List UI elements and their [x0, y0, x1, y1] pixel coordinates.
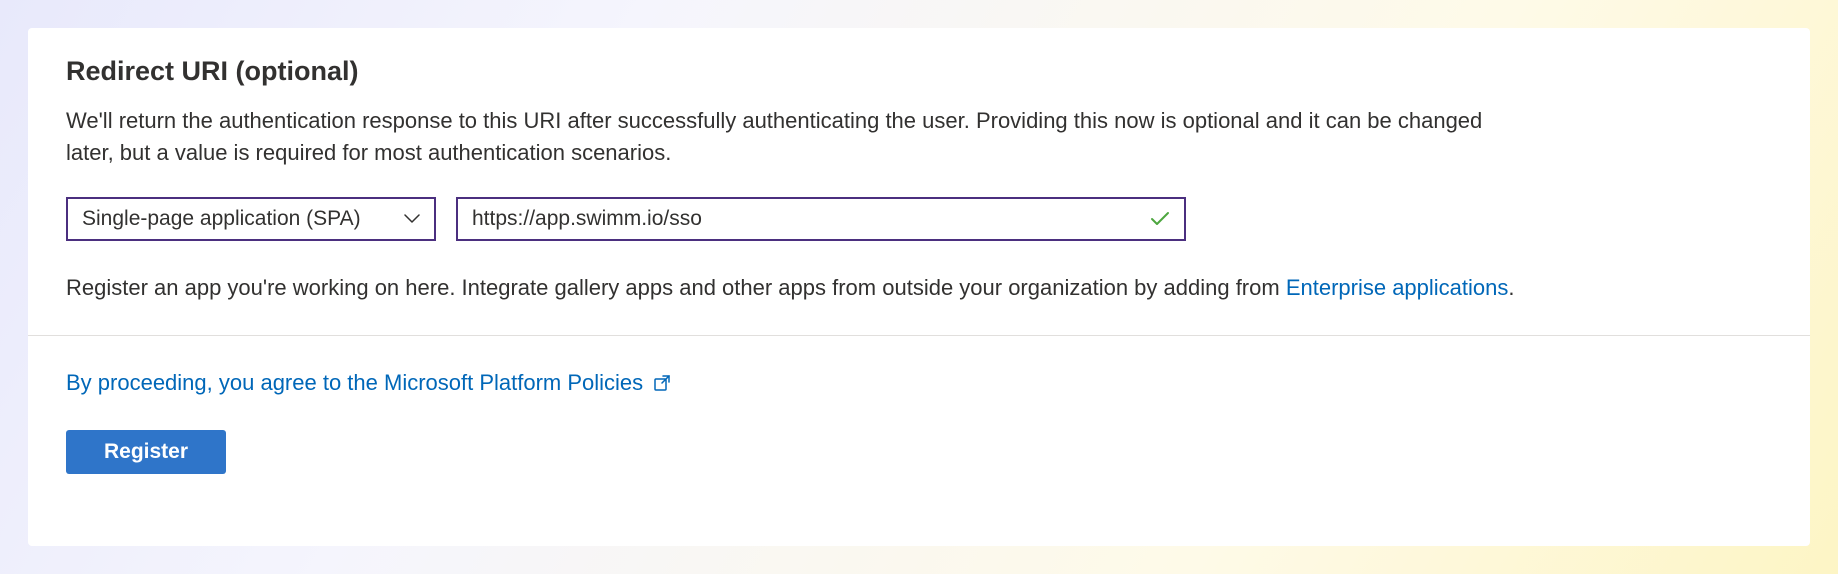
register-button[interactable]: Register — [66, 430, 226, 474]
gallery-hint: Register an app you're working on here. … — [66, 275, 1772, 301]
redirect-uri-field-wrapper — [456, 197, 1186, 241]
gallery-hint-prefix: Register an app you're working on here. … — [66, 275, 1286, 300]
checkmark-icon — [1150, 211, 1170, 227]
enterprise-applications-link[interactable]: Enterprise applications — [1286, 275, 1509, 300]
gallery-hint-suffix: . — [1508, 275, 1514, 300]
platform-select-value: Single-page application (SPA) — [82, 207, 394, 231]
section-divider — [28, 335, 1810, 336]
redirect-uri-row: Single-page application (SPA) — [66, 197, 1772, 241]
app-registration-panel: Redirect URI (optional) We'll return the… — [28, 28, 1810, 546]
external-link-icon — [653, 374, 671, 392]
section-title: Redirect URI (optional) — [66, 56, 1772, 87]
platform-policies-link[interactable]: By proceeding, you agree to the Microsof… — [66, 370, 643, 396]
platform-select[interactable]: Single-page application (SPA) — [66, 197, 436, 241]
section-description: We'll return the authentication response… — [66, 105, 1486, 169]
redirect-uri-input[interactable] — [472, 207, 1140, 231]
chevron-down-icon — [404, 214, 420, 224]
policies-row: By proceeding, you agree to the Microsof… — [66, 370, 1772, 396]
